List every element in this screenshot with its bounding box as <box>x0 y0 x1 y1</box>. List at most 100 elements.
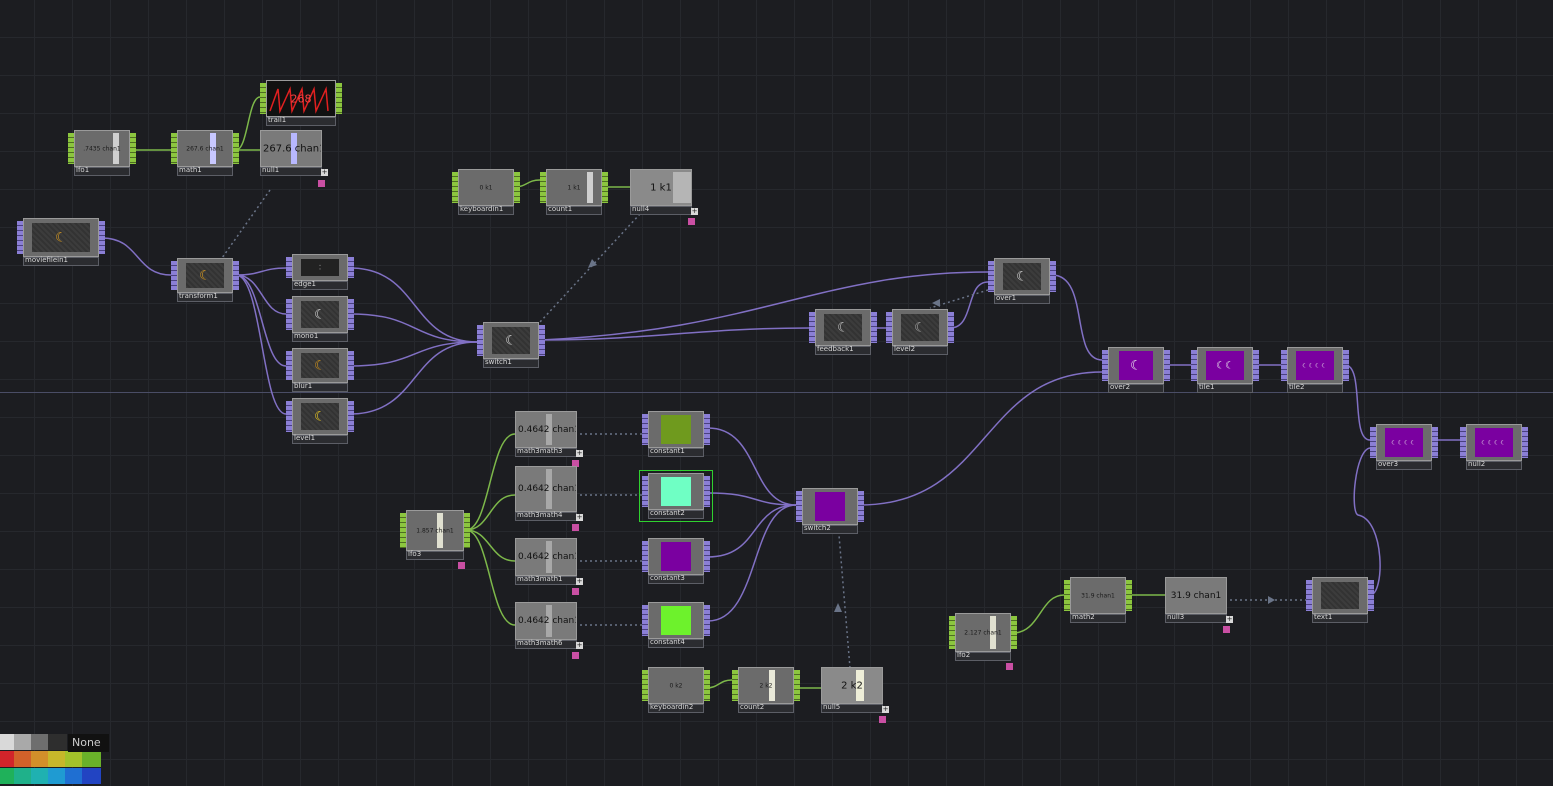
node-switch2[interactable]: switch2 <box>796 488 864 534</box>
node-value: 1 k1 <box>567 184 581 191</box>
node-lfo3[interactable]: 1.857 chan1 lfo3 <box>400 510 470 560</box>
banana-icon: ☾ <box>1130 358 1142 373</box>
node-moviefilein1[interactable]: ☾ moviefilein1 <box>17 218 105 266</box>
node-label: math2 <box>1072 613 1095 621</box>
node-label: feedback1 <box>817 345 854 353</box>
tile-icon: ☾☾☾☾ <box>1391 439 1417 446</box>
tile-icon: ☾☾☾☾ <box>1481 439 1507 446</box>
add-button[interactable]: + <box>576 578 583 585</box>
node-null4[interactable]: 1 k1 null4 + <box>624 169 698 215</box>
wire-lfo2-math2 <box>1012 594 1065 634</box>
export-flag[interactable] <box>458 562 465 569</box>
node-value: 0.4642 chan1 <box>518 616 577 626</box>
node-math3math1[interactable]: 0.4642 chan1 math3math1 + <box>509 538 583 585</box>
add-button[interactable]: + <box>576 450 583 457</box>
palette-swatch[interactable] <box>48 734 67 750</box>
node-over3[interactable]: ☾☾☾☾ over3 <box>1370 424 1438 470</box>
node-math2[interactable]: 31.9 chan1 math2 <box>1064 577 1132 623</box>
node-null2[interactable]: ☾☾☾☾ null2 <box>1460 424 1528 470</box>
node-level1[interactable]: ☾ level1 <box>286 398 354 444</box>
node-constant3[interactable]: constant3 <box>642 538 710 584</box>
add-button[interactable]: + <box>1226 616 1233 623</box>
node-label: null2 <box>1468 460 1486 468</box>
export-flag[interactable] <box>318 180 325 187</box>
wire-text1-over3 <box>1353 447 1381 596</box>
node-constant1[interactable]: constant1 <box>642 411 710 457</box>
node-label: lfo3 <box>408 550 422 558</box>
tile-icon: ☾☾ <box>1216 360 1234 371</box>
banana-icon: ☾ <box>55 230 67 245</box>
wire-lfo3-math3math3 <box>465 433 516 531</box>
node-label: moviefilein1 <box>25 256 68 264</box>
palette-swatch[interactable] <box>82 751 101 767</box>
node-tile1[interactable]: ☾☾ tile1 <box>1191 347 1259 393</box>
node-label: transform1 <box>179 292 218 300</box>
export-flag[interactable] <box>879 716 886 723</box>
node-lfo1[interactable]: .7435 chan1 lfo1 <box>68 130 136 176</box>
palette-swatch[interactable] <box>82 768 101 784</box>
export-flag[interactable] <box>1223 626 1230 633</box>
node-null1[interactable]: 267.6 chan1 null1 + <box>254 130 328 176</box>
node-mono1[interactable]: ☾ mono1 <box>286 296 354 342</box>
node-label: mono1 <box>294 332 319 340</box>
node-tile2[interactable]: ☾☾☾☾ tile2 <box>1281 347 1349 393</box>
node-null5[interactable]: 2 k2 null5 + <box>815 667 889 713</box>
node-count2[interactable]: 2 k2 count2 <box>732 667 800 713</box>
node-null3[interactable]: 31.9 chan1 null3 + <box>1159 577 1233 623</box>
export-flag[interactable] <box>688 218 695 225</box>
node-label: level1 <box>294 434 316 442</box>
node-constant4[interactable]: constant4 <box>642 602 710 648</box>
edge-icon: : <box>318 262 322 272</box>
node-label: math1 <box>179 166 202 174</box>
node-keyboardin1[interactable]: 0 k1 keyboardin1 <box>452 169 520 215</box>
arrow-null4-export-icon <box>588 259 597 268</box>
node-over1[interactable]: ☾ over1 <box>988 258 1056 304</box>
node-label: math3math1 <box>517 575 563 583</box>
node-value: 31.9 chan1 <box>1170 590 1222 601</box>
node-switch1[interactable]: ☾ switch1 <box>477 322 545 368</box>
node-text1[interactable]: text1 <box>1306 577 1374 623</box>
add-button[interactable]: + <box>576 642 583 649</box>
node-lfo2[interactable]: 2.127 chan1 lfo2 <box>949 613 1017 661</box>
add-button[interactable]: + <box>882 706 889 713</box>
node-value: 1 k1 <box>650 182 672 193</box>
node-constant2[interactable]: constant2 <box>639 470 713 522</box>
add-button[interactable]: + <box>576 514 583 521</box>
node-label: math3math3 <box>517 447 563 455</box>
wire-constant4-switch2 <box>707 504 797 622</box>
node-label: null1 <box>262 166 280 174</box>
node-math1[interactable]: 267.6 chan1 math1 <box>171 130 239 176</box>
node-keyboardin2[interactable]: 0 k2 keyboardin2 <box>642 667 710 713</box>
export-flag[interactable] <box>572 524 579 531</box>
export-flag[interactable] <box>1006 663 1013 670</box>
node-value: 31.9 chan1 <box>1081 592 1115 599</box>
node-math3math6[interactable]: 0.4642 chan1 math3math6 + <box>509 602 583 649</box>
node-trail1[interactable]: 268 trail1 <box>260 80 342 126</box>
node-feedback1[interactable]: ☾ feedback1 <box>809 309 877 355</box>
node-count1[interactable]: 1 k1 count1 <box>540 169 608 215</box>
node-value: 2 k2 <box>759 682 773 689</box>
add-button[interactable]: + <box>691 208 698 215</box>
node-over2[interactable]: ☾ over2 <box>1102 347 1170 393</box>
node-label: blur1 <box>294 382 313 390</box>
wire-moviefilein1-transform1 <box>101 237 172 276</box>
arrow-null3-export-icon <box>1268 596 1275 604</box>
node-math3math4[interactable]: 0.4642 chan1 math3math4 + <box>509 466 583 521</box>
node-label: constant3 <box>650 574 685 582</box>
arrow-level2-export-icon <box>932 299 940 307</box>
node-label: switch1 <box>485 358 512 366</box>
node-math3math3[interactable]: 0.4642 chan1 math3math3 + <box>509 411 583 457</box>
node-level2[interactable]: ☾ level2 <box>886 309 954 355</box>
network-editor[interactable]: .7435 chan1 lfo1 267.6 chan1 math1 268 t… <box>0 0 1553 786</box>
node-label: tile1 <box>1199 383 1215 391</box>
node-edge1[interactable]: : edge1 <box>286 254 354 290</box>
node-transform1[interactable]: ☾ transform1 <box>171 258 239 302</box>
add-button[interactable]: + <box>321 169 328 176</box>
node-label: constant2 <box>650 509 685 517</box>
node-value: 2.127 chan1 <box>964 629 1002 636</box>
export-flag[interactable] <box>572 588 579 595</box>
export-flag[interactable] <box>572 652 579 659</box>
wire-blur1-switch1 <box>349 341 478 367</box>
node-blur1[interactable]: ☾ blur1 <box>286 348 354 392</box>
palette-none-option[interactable]: None <box>68 734 109 752</box>
